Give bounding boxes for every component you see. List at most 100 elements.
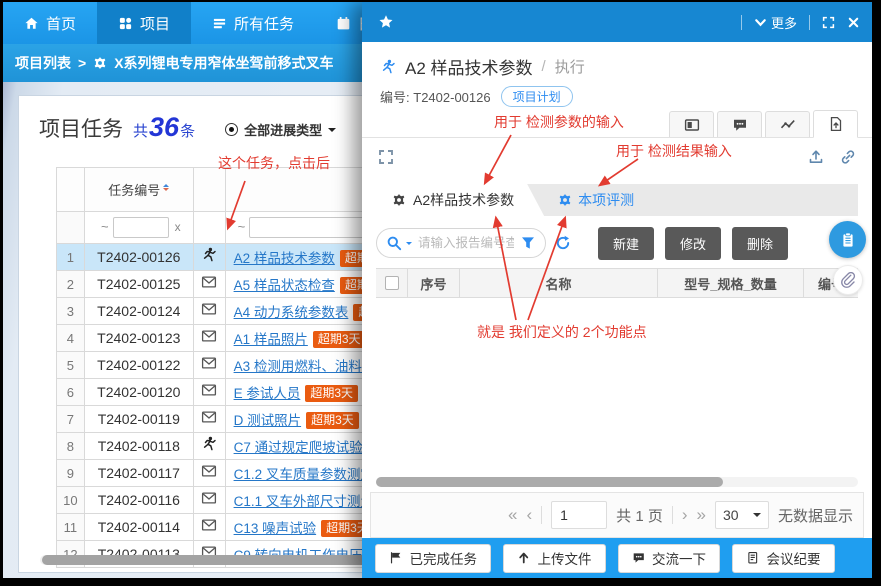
attachment-button[interactable] xyxy=(833,265,863,295)
pagination-bar: « ‹ 共 1 页 › » 30 无数据显示 xyxy=(370,492,864,538)
mail-icon xyxy=(201,382,217,398)
icon-tab-chat[interactable] xyxy=(717,111,762,137)
task-id-filter-input[interactable] xyxy=(113,217,169,238)
scrollbar-thumb[interactable] xyxy=(376,477,723,487)
task-link[interactable]: C7 通过规定爬坡试验 xyxy=(234,440,363,455)
kanban-icon xyxy=(684,117,700,133)
report-table-header: 序号 名称 型号_规格_数量 编号 xyxy=(376,268,858,298)
overdue-badge: 超期3天 xyxy=(306,412,359,429)
paperclip-icon xyxy=(840,272,856,288)
footer-button-会议纪要[interactable]: 会议纪要 xyxy=(732,544,835,573)
panel-horizontal-scrollbar[interactable] xyxy=(376,477,858,487)
icon-tab-filepage[interactable] xyxy=(813,110,858,138)
column-header: 名称 xyxy=(460,269,658,297)
page-total: 共 1 页 xyxy=(616,505,663,526)
task-count: 共36条 xyxy=(133,112,195,143)
icon-tab-trend[interactable] xyxy=(765,111,810,137)
task-link[interactable]: A1 样品照片 xyxy=(234,332,308,347)
next-page-button[interactable]: › xyxy=(682,505,688,525)
trend-icon xyxy=(780,117,796,133)
first-page-button[interactable]: « xyxy=(508,505,517,525)
nav-tab-项目[interactable]: 项目 xyxy=(97,2,191,44)
footer-button-已完成任务[interactable]: 已完成任务 xyxy=(375,544,491,573)
filter-funnel-icon[interactable] xyxy=(520,235,536,251)
overdue-badge: 超期3天 xyxy=(305,385,358,402)
page-size-select[interactable]: 30 xyxy=(715,501,769,529)
panel-titlebar: 更多 xyxy=(362,2,872,42)
task-link[interactable]: C1.1 叉车外部尺寸测量 xyxy=(234,494,374,509)
progress-type-filter[interactable]: 全部进展类型 xyxy=(225,120,336,139)
clipboard-icon xyxy=(840,232,856,248)
footer-button-交流一下[interactable]: 交流一下 xyxy=(618,544,721,573)
task-link[interactable]: A2 样品技术参数 xyxy=(234,251,335,266)
prev-page-button[interactable]: ‹ xyxy=(526,505,532,525)
divider xyxy=(672,506,673,524)
caret-down-icon xyxy=(753,513,761,521)
running-person-icon xyxy=(380,59,396,75)
panel-footer-bar: 已完成任务上传文件交流一下会议纪要 xyxy=(362,538,872,578)
refresh-icon[interactable] xyxy=(555,235,571,251)
tab-本项评测[interactable]: 本项评测 xyxy=(544,184,648,216)
task-link[interactable]: A4 动力系统参数表 xyxy=(234,305,349,320)
close-icon[interactable] xyxy=(847,16,860,29)
list-icon xyxy=(212,16,227,31)
footer-button-上传文件[interactable]: 上传文件 xyxy=(503,544,606,573)
filepage-icon xyxy=(828,116,844,132)
tab-A2样品技术参数[interactable]: A2样品技术参数 xyxy=(376,184,544,216)
task-stage: 执行 xyxy=(555,56,585,77)
nav-tab-所有任务[interactable]: 所有任务 xyxy=(191,2,315,44)
arrowup-icon xyxy=(517,551,531,565)
link-icon[interactable] xyxy=(840,149,856,165)
clipboard-float-button[interactable] xyxy=(829,221,866,258)
gear-icon xyxy=(93,56,107,70)
mail-icon xyxy=(201,301,217,317)
sort-icon[interactable] xyxy=(163,181,169,195)
more-button[interactable]: 更多 xyxy=(754,13,797,32)
chevron-down-icon xyxy=(754,16,767,29)
clear-filter[interactable]: x xyxy=(175,220,181,234)
upload-icon[interactable] xyxy=(808,149,824,165)
gear-icon xyxy=(392,193,406,207)
icon-tab-kanban[interactable] xyxy=(669,111,714,137)
caret-down-icon xyxy=(328,128,336,136)
task-link[interactable]: C13 噪声试验 xyxy=(234,521,317,536)
breadcrumb-root[interactable]: 项目列表 xyxy=(15,53,71,73)
doc-icon xyxy=(746,551,760,565)
page-number-input[interactable] xyxy=(551,501,607,529)
expand-icon[interactable] xyxy=(822,16,835,29)
action-button-修改[interactable]: 修改 xyxy=(665,227,721,260)
fullscreen-icon[interactable] xyxy=(378,149,394,165)
mail-icon xyxy=(201,274,217,290)
calendar-icon xyxy=(336,16,351,31)
star-icon[interactable] xyxy=(378,14,394,30)
breadcrumb-project[interactable]: X系列锂电专用窄体坐驾前移式叉车 xyxy=(114,53,333,73)
home-icon xyxy=(24,16,39,31)
empty-data-text: 无数据显示 xyxy=(778,505,853,526)
select-all-checkbox[interactable] xyxy=(385,276,399,290)
mail-icon xyxy=(201,355,217,371)
mail-icon xyxy=(201,517,217,533)
grid-icon xyxy=(118,16,133,31)
action-button-删除[interactable]: 删除 xyxy=(732,227,788,260)
task-link[interactable]: C1.2 叉车质量参数测定 xyxy=(234,467,374,482)
report-search-box[interactable] xyxy=(376,228,546,258)
nav-tab-首页[interactable]: 首页 xyxy=(3,2,97,44)
task-link[interactable]: E 参试人员 xyxy=(234,386,301,401)
radio-icon xyxy=(225,123,238,136)
detail-toolbar: 新建修改删除 xyxy=(376,226,858,260)
detail-tabs: A2样品技术参数本项评测 xyxy=(376,184,858,216)
mail-icon xyxy=(201,328,217,344)
page-title: 项目任务 xyxy=(39,113,123,143)
chat-icon xyxy=(732,117,748,133)
action-buttons: 新建修改删除 xyxy=(598,227,788,260)
screenshot-stage: 首页项目所有任务日历 项目列表 > X系列锂电专用窄体坐驾前移式叉车 项目任务 … xyxy=(0,0,881,586)
column-header-task-id[interactable]: 任务编号 xyxy=(84,168,193,212)
plan-tag-badge: 项目计划 xyxy=(501,86,573,107)
action-button-新建[interactable]: 新建 xyxy=(598,227,654,260)
last-page-button[interactable]: » xyxy=(697,505,706,525)
running-person-icon xyxy=(201,247,217,263)
task-link[interactable]: D 测试照片 xyxy=(234,413,302,428)
task-link[interactable]: A5 样品状态检查 xyxy=(234,278,335,293)
search-input[interactable] xyxy=(416,235,516,251)
divider xyxy=(809,15,810,30)
